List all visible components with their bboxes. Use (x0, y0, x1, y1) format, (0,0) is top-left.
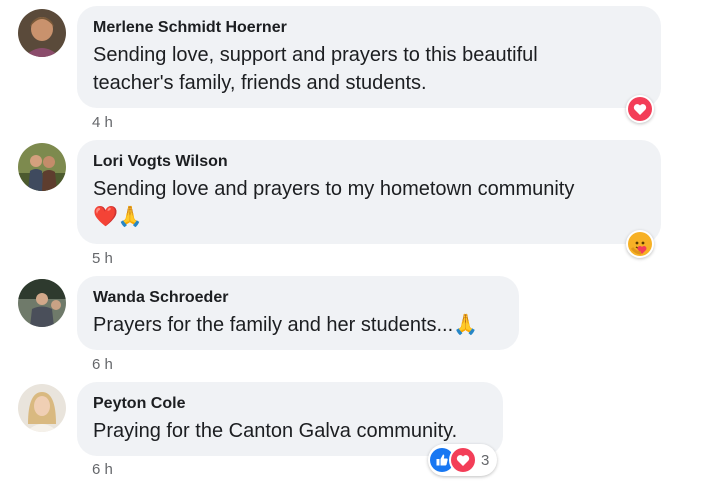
avatar[interactable] (18, 143, 66, 191)
reaction-summary[interactable] (626, 95, 654, 123)
avatar[interactable] (18, 9, 66, 57)
comment-bubble: Merlene Schmidt Hoerner Sending love, su… (77, 6, 661, 108)
timestamp[interactable]: 5 h (92, 250, 113, 267)
comment-bubble: Lori Vogts Wilson Sending love and praye… (77, 140, 661, 244)
care-icon (628, 232, 652, 256)
comment-text: teacher's family, friends and students. (93, 72, 427, 94)
comment-text: Praying for the Canton Galva community. (93, 420, 458, 442)
comment-text: Sending love, support and prayers to thi… (93, 44, 538, 66)
comment-text: Sending love and prayers to my hometown … (93, 178, 575, 200)
love-icon (449, 446, 477, 474)
comment-author[interactable]: Peyton Cole (93, 394, 487, 414)
love-icon (628, 97, 652, 121)
comment-text: ❤️🙏 (93, 206, 143, 228)
comment-author[interactable]: Merlene Schmidt Hoerner (93, 18, 645, 38)
reaction-count: 3 (481, 451, 490, 469)
comment-text: Prayers for the family and her students.… (93, 314, 479, 336)
comment-bubble: Wanda Schroeder Prayers for the family a… (77, 276, 519, 350)
comment-author[interactable]: Lori Vogts Wilson (93, 152, 645, 172)
comment-author[interactable]: Wanda Schroeder (93, 288, 503, 308)
timestamp[interactable]: 6 h (92, 356, 113, 373)
timestamp[interactable]: 6 h (92, 461, 113, 478)
avatar[interactable] (18, 384, 66, 432)
avatar[interactable] (18, 279, 66, 327)
reaction-summary[interactable] (626, 230, 654, 258)
reaction-summary[interactable]: 3 (428, 444, 498, 476)
timestamp[interactable]: 4 h (92, 114, 113, 131)
